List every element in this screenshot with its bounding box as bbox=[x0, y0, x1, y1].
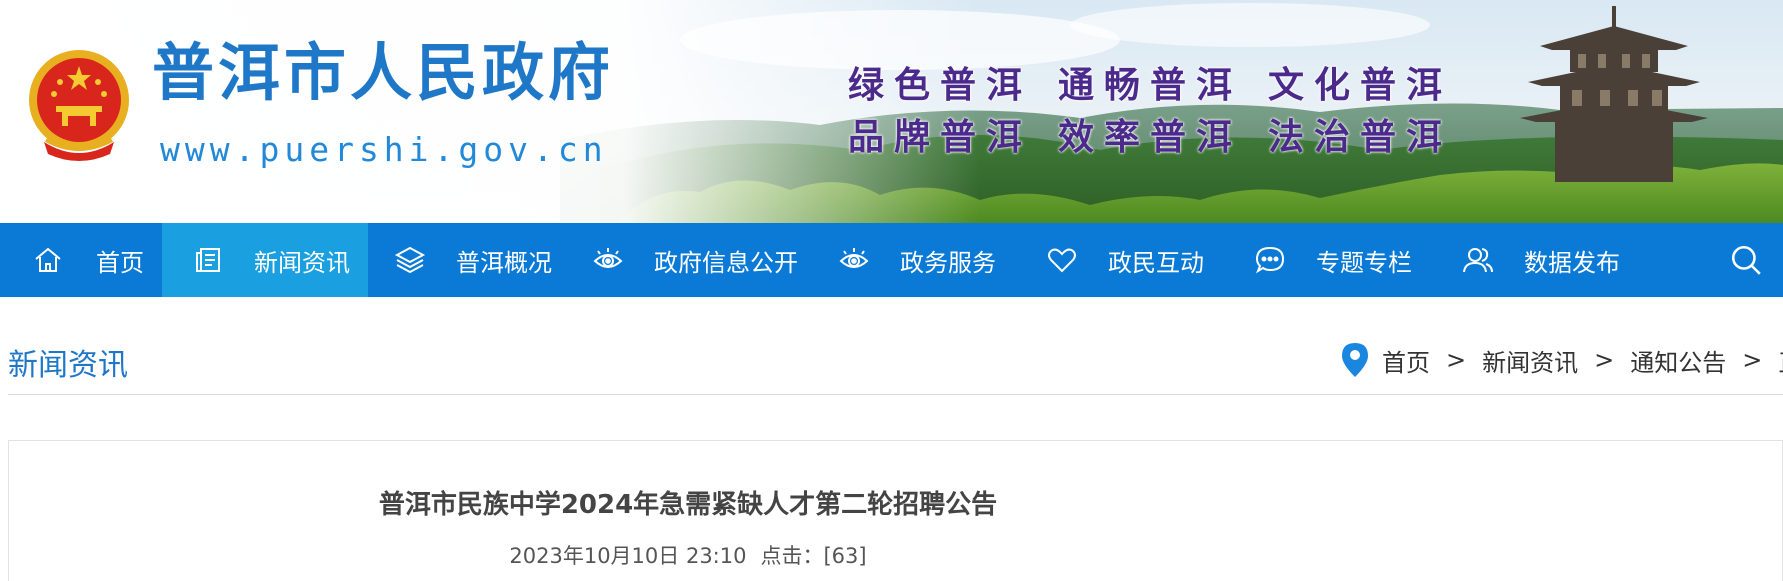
home-icon bbox=[30, 242, 66, 278]
breadcrumb-current: 正 bbox=[1778, 343, 1783, 378]
breadcrumb-separator: > bbox=[1742, 346, 1763, 374]
site-url: www.puershi.gov.cn bbox=[160, 130, 608, 169]
slogan-text: 文化普洱 bbox=[1268, 64, 1453, 106]
slogan-line-1: 绿色普洱 通畅普洱 文化普洱 bbox=[848, 56, 1452, 108]
nav-label: 新闻资讯 bbox=[254, 248, 350, 277]
main-nav: 首页 新闻资讯 普洱概况 政府信息公开 政务服务 政民互动 专题专栏 数据发布 bbox=[0, 223, 1783, 297]
article-meta: 2023年10月10日 23:10 点击：[63] bbox=[8, 540, 1368, 570]
search-button[interactable] bbox=[1709, 223, 1783, 297]
eye-icon bbox=[590, 242, 626, 278]
nav-label: 数据发布 bbox=[1524, 248, 1620, 277]
chat-bubble-icon bbox=[1252, 242, 1288, 278]
nav-label: 政务服务 bbox=[900, 248, 996, 277]
nav-label: 政民互动 bbox=[1108, 248, 1204, 277]
slogan-text: 品牌普洱 bbox=[848, 116, 1033, 158]
slogan-text: 绿色普洱 bbox=[848, 64, 1033, 106]
slogan-text: 通畅普洱 bbox=[1058, 64, 1243, 106]
nav-label: 专题专栏 bbox=[1316, 248, 1412, 277]
slogan-line-2: 品牌普洱 效率普洱 法治普洱 bbox=[848, 108, 1452, 160]
article-title: 普洱市民族中学2024年急需紧缺人才第二轮招聘公告 bbox=[378, 490, 998, 520]
breadcrumb-separator: > bbox=[1446, 346, 1467, 374]
nav-item-news[interactable]: 新闻资讯 bbox=[162, 223, 368, 297]
breadcrumb-home[interactable]: 首页 bbox=[1382, 343, 1430, 378]
nav-label: 政府信息公开 bbox=[654, 248, 798, 277]
location-pin-icon bbox=[1342, 343, 1368, 377]
click-count: [63] bbox=[823, 544, 867, 568]
heart-icon bbox=[1044, 242, 1080, 278]
nav-item-data[interactable]: 数据发布 bbox=[1430, 223, 1638, 297]
nav-item-topics[interactable]: 专题专栏 bbox=[1222, 223, 1430, 297]
nav-label: 普洱概况 bbox=[456, 248, 552, 277]
eye-icon bbox=[836, 242, 872, 278]
nav-item-overview[interactable]: 普洱概况 bbox=[368, 223, 570, 297]
section-divider bbox=[8, 394, 1783, 395]
national-emblem-icon bbox=[29, 50, 129, 161]
site-banner: 普洱市人民政府 www.puershi.gov.cn 绿色普洱 通畅普洱 文化普洱 … bbox=[0, 0, 1783, 223]
slogan-text: 效率普洱 bbox=[1058, 116, 1243, 158]
breadcrumb-separator: > bbox=[1594, 346, 1615, 374]
users-icon bbox=[1460, 242, 1496, 278]
section-title: 新闻资讯 bbox=[8, 348, 128, 383]
nav-item-interaction[interactable]: 政民互动 bbox=[1014, 223, 1222, 297]
search-icon bbox=[1731, 245, 1761, 275]
breadcrumb-news[interactable]: 新闻资讯 bbox=[1482, 343, 1578, 378]
layers-icon bbox=[392, 242, 428, 278]
news-icon bbox=[190, 242, 226, 278]
nav-label: 首页 bbox=[96, 248, 144, 277]
breadcrumb: 首页 > 新闻资讯 > 通知公告 > 正 bbox=[1340, 342, 1783, 378]
site-name: 普洱市人民政府 bbox=[152, 36, 615, 109]
nav-item-services[interactable]: 政务服务 bbox=[816, 223, 1014, 297]
nav-item-gov-info[interactable]: 政府信息公开 bbox=[570, 223, 816, 297]
slogan-text: 法治普洱 bbox=[1268, 116, 1453, 158]
nav-item-home[interactable]: 首页 bbox=[0, 223, 162, 297]
article-datetime: 2023年10月10日 23:10 bbox=[509, 544, 747, 568]
breadcrumb-notices[interactable]: 通知公告 bbox=[1630, 343, 1726, 378]
click-count-label: 点击： bbox=[760, 544, 824, 568]
